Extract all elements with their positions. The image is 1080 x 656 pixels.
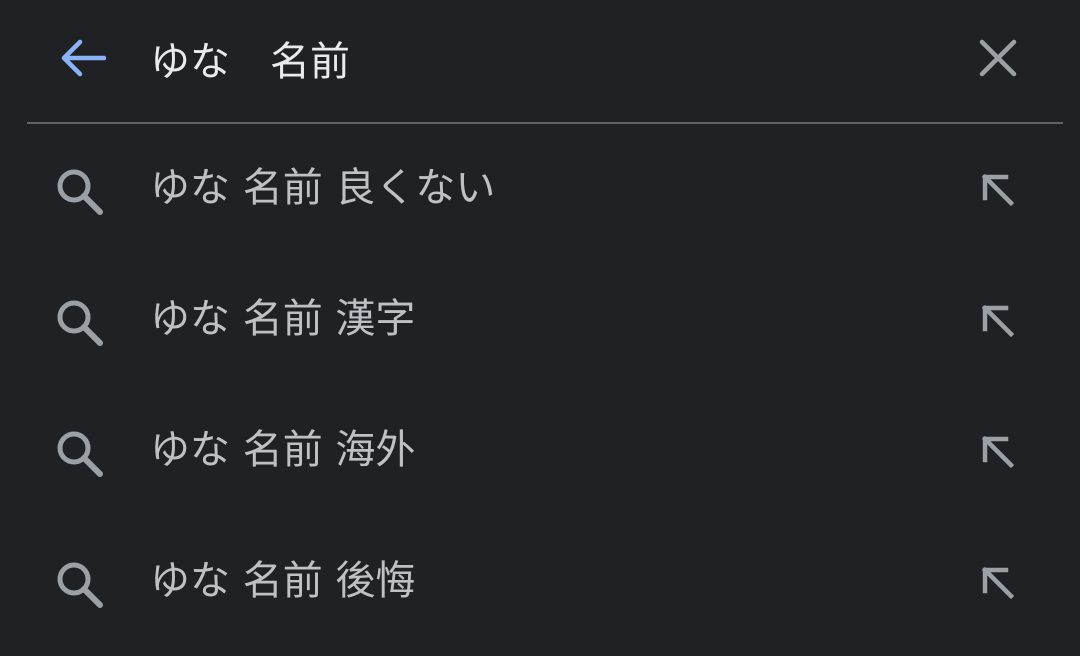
suggestion-item[interactable]: ゆな 名前 後悔	[0, 517, 1080, 648]
search-icon	[57, 300, 103, 346]
back-button[interactable]	[52, 30, 112, 86]
search-icon	[57, 431, 103, 477]
search-input[interactable]	[150, 28, 930, 88]
close-icon	[979, 39, 1017, 77]
search-icon	[57, 562, 103, 608]
suggestion-item[interactable]: ゆな 名前 海外	[0, 386, 1080, 517]
arrow-up-left-icon	[981, 435, 1015, 469]
suggestion-text: ゆな 名前 後悔	[150, 558, 416, 604]
arrow-up-left-icon	[981, 173, 1015, 207]
fill-query-button[interactable]	[968, 553, 1028, 613]
suggestion-text: ゆな 名前 漢字	[150, 296, 416, 342]
suggestion-list: ゆな 名前 良くない ゆな 名前 漢字 ゆな 名前 海外 ゆな 名前 後悔	[0, 124, 1080, 648]
suggestion-text: ゆな 名前 海外	[150, 427, 416, 473]
clear-button[interactable]	[968, 30, 1028, 86]
fill-query-button[interactable]	[968, 291, 1028, 351]
fill-query-button[interactable]	[968, 422, 1028, 482]
arrow-up-left-icon	[981, 566, 1015, 600]
suggestion-text: ゆな 名前 良くない	[150, 165, 496, 211]
arrow-left-icon	[61, 39, 106, 77]
search-icon	[57, 169, 103, 215]
fill-query-button[interactable]	[968, 160, 1028, 220]
arrow-up-left-icon	[981, 304, 1015, 338]
search-bar	[0, 0, 1080, 116]
suggestion-item[interactable]: ゆな 名前 良くない	[0, 124, 1080, 255]
suggestion-item[interactable]: ゆな 名前 漢字	[0, 255, 1080, 386]
